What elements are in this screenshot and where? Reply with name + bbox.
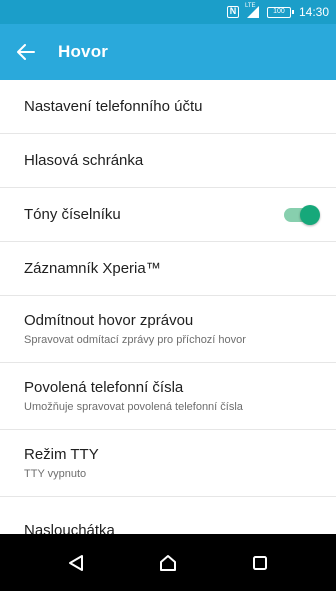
setting-fixed-dialing[interactable]: Povolená telefonní čísla Umožňuje spravo… — [0, 363, 336, 430]
setting-title: Povolená telefonní čísla — [24, 379, 184, 396]
setting-tty-mode[interactable]: Režim TTY TTY vypnuto — [0, 430, 336, 497]
setting-voicemail[interactable]: Hlasová schránka — [0, 134, 336, 188]
nav-back-icon[interactable] — [56, 543, 96, 583]
back-arrow-icon[interactable] — [14, 40, 38, 64]
nav-recents-icon[interactable] — [240, 543, 280, 583]
setting-title: Nastavení telefonního účtu — [24, 98, 203, 115]
setting-subtitle: Spravovat odmítací zprávy pro příchozí h… — [24, 334, 246, 346]
setting-title: Záznamník Xperia™ — [24, 260, 161, 277]
dial-tones-toggle[interactable] — [284, 204, 320, 225]
battery-level: 100 — [273, 7, 285, 15]
setting-title: Hlasová schránka — [24, 152, 144, 169]
nfc-icon: N — [226, 6, 239, 18]
app-bar: Hovor — [0, 24, 336, 80]
setting-title: Odmítnout hovor zprávou — [24, 312, 194, 329]
signal-icon: LTE — [244, 3, 259, 18]
status-bar: N LTE 100 14:30 — [0, 0, 336, 24]
setting-phone-account[interactable]: Nastavení telefonního účtu — [0, 80, 336, 134]
setting-title: Tóny číselníku — [24, 206, 121, 223]
battery-icon: 100 — [266, 6, 294, 18]
network-type-label: LTE — [244, 3, 256, 9]
setting-subtitle: Umožňuje spravovat povolená telefonní čí… — [24, 401, 243, 413]
page-title: Hovor — [58, 42, 109, 61]
setting-dial-tones[interactable]: Tóny číselníku — [0, 188, 336, 242]
status-time: 14:30 — [298, 5, 329, 19]
setting-hearing-aids[interactable]: Naslouchátka — [0, 497, 336, 535]
setting-reject-with-message[interactable]: Odmítnout hovor zprávou Spravovat odmíta… — [0, 296, 336, 363]
settings-list: Nastavení telefonního účtu Hlasová schrá… — [0, 80, 336, 534]
setting-answering-machine[interactable]: Záznamník Xperia™ — [0, 242, 336, 296]
setting-subtitle: TTY vypnuto — [24, 468, 87, 480]
nav-home-icon[interactable] — [148, 543, 188, 583]
setting-title: Režim TTY — [24, 446, 99, 463]
navigation-bar — [0, 534, 336, 591]
setting-title: Naslouchátka — [24, 521, 115, 535]
